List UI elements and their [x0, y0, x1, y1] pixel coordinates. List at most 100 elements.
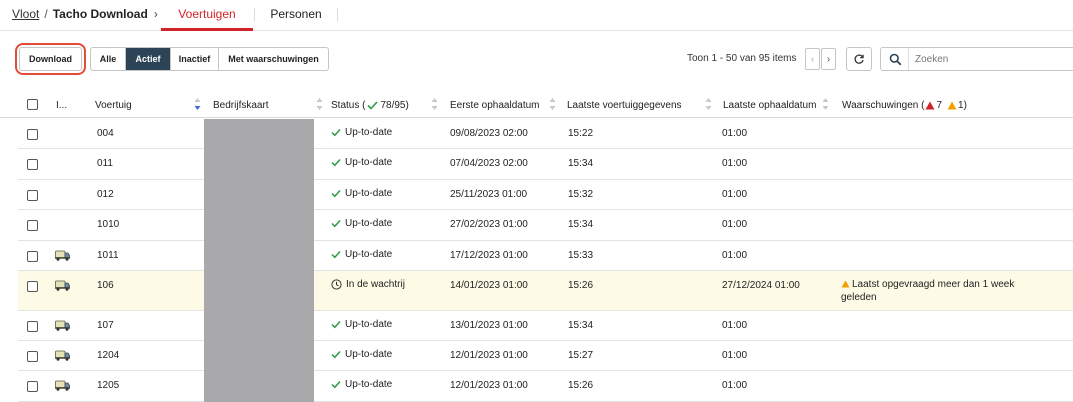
alert-triangle-orange-icon	[841, 280, 850, 288]
first-fetch-date: 27/02/2023 01:00	[450, 219, 528, 230]
table-row[interactable]: 106 In de wachtrij 14/01/2023 01:00 15:26 27…	[18, 271, 1073, 311]
last-vehicle-data: 15:34	[568, 219, 594, 230]
row-checkbox[interactable]	[27, 159, 38, 170]
filter-alle[interactable]: Alle	[91, 48, 126, 70]
first-fetch-date: 09/08/2023 02:00	[450, 128, 528, 139]
last-vehicle-data: 15:32	[568, 189, 594, 200]
table-row[interactable]: 107 Up-to-date 13/01/2023 01:00 15:34 01:00	[18, 311, 1073, 341]
truck-icon	[55, 280, 70, 291]
next-page-button[interactable]: ›	[821, 48, 836, 70]
first-fetch-date: 25/11/2023 01:00	[450, 189, 528, 200]
vehicle-name[interactable]: 012	[97, 189, 114, 200]
sort-icon[interactable]	[822, 96, 829, 112]
select-all-checkbox[interactable]	[27, 99, 38, 110]
vehicle-name[interactable]: 107	[97, 320, 114, 331]
vehicle-name[interactable]: 1204	[97, 350, 119, 361]
table-row[interactable]: 011 Up-to-date 07/04/2023 02:00 15:34 01:00	[18, 149, 1073, 180]
row-checkbox[interactable]	[27, 190, 38, 201]
vehicle-name[interactable]: 106	[97, 280, 114, 291]
sort-icon[interactable]	[549, 96, 556, 112]
search-icon	[889, 53, 902, 66]
filter-met-waarschuwingen[interactable]: Met waarschuwingen	[219, 48, 328, 70]
search-input[interactable]	[915, 51, 1073, 67]
sort-icon[interactable]	[705, 96, 712, 112]
check-icon	[331, 158, 341, 167]
breadcrumb-separator: /	[44, 7, 48, 21]
column-header-bedrijfskaart[interactable]: Bedrijfskaart	[213, 100, 269, 111]
status-cell: Up-to-date	[331, 319, 392, 330]
last-fetch-date: 01:00	[722, 350, 748, 361]
status-header-count: 78/95	[380, 100, 406, 111]
row-checkbox[interactable]	[27, 381, 38, 392]
vehicle-name[interactable]: 004	[97, 128, 114, 139]
column-header-voertuig[interactable]: Voertuig	[95, 100, 132, 111]
status-text: Up-to-date	[345, 319, 393, 330]
check-icon	[331, 128, 341, 137]
table-row[interactable]: 1205 Up-to-date 12/01/2023 01:00 15:26 01:00	[18, 371, 1073, 402]
status-text: Up-to-date	[345, 249, 393, 260]
last-fetch-date: 01:00	[722, 128, 748, 139]
first-fetch-date: 12/01/2023 01:00	[450, 350, 528, 361]
table-row[interactable]: 1011 Up-to-date 17/12/2023 01:00 15:33 01:00	[18, 241, 1073, 271]
truck-icon	[55, 380, 70, 391]
sort-descending-icon[interactable]	[194, 96, 201, 112]
filter-actief[interactable]: Actief	[126, 48, 171, 70]
truck-icon	[55, 250, 70, 261]
refresh-button[interactable]	[846, 47, 872, 71]
status-text: Up-to-date	[345, 218, 393, 229]
clock-icon	[331, 279, 342, 290]
sort-icon[interactable]	[316, 96, 323, 112]
column-header-waarschuwingen[interactable]: Waarschuwingen ( 7 1 )	[842, 100, 967, 111]
filter-inactief[interactable]: Inactief	[171, 48, 219, 70]
first-fetch-date: 07/04/2023 02:00	[450, 158, 528, 169]
previous-page-button[interactable]: ‹	[805, 48, 820, 70]
row-checkbox[interactable]	[27, 220, 38, 231]
row-checkbox[interactable]	[27, 351, 38, 362]
table-header: I... Voertuig Bedrijfskaart Status ( 78/…	[0, 92, 1073, 118]
sort-icon[interactable]	[431, 96, 438, 112]
column-header-laatste-voertuiggegevens[interactable]: Laatste voertuiggegevens	[567, 100, 682, 111]
vehicle-name[interactable]: 1011	[97, 250, 119, 261]
check-icon	[331, 219, 341, 228]
first-fetch-date: 13/01/2023 01:00	[450, 320, 528, 331]
truck-icon	[55, 350, 70, 361]
warning-cell: Laatst opgevraagd meer dan 1 week gelede…	[841, 278, 1041, 304]
row-checkbox[interactable]	[27, 281, 38, 292]
warnings-header-red-count: 7	[936, 100, 943, 111]
status-cell: Up-to-date	[331, 249, 392, 260]
row-checkbox[interactable]	[27, 321, 38, 332]
check-icon	[331, 250, 341, 259]
check-icon	[331, 350, 341, 359]
breadcrumb-chevron-icon[interactable]: ›	[154, 7, 158, 21]
status-text: Up-to-date	[345, 379, 393, 390]
breadcrumb-link-vloot[interactable]: Vloot	[12, 7, 39, 21]
warnings-header-suffix: )	[963, 100, 967, 111]
row-checkbox[interactable]	[27, 251, 38, 262]
column-header-eerste-ophaaldatum[interactable]: Eerste ophaaldatum	[450, 100, 540, 111]
table-row[interactable]: 1010 Up-to-date 27/02/2023 01:00 15:34 01:00	[18, 210, 1073, 241]
vehicle-name[interactable]: 1010	[97, 219, 119, 230]
column-header-laatste-ophaaldatum[interactable]: Laatste ophaaldatum	[723, 100, 816, 111]
vehicle-name[interactable]: 011	[97, 158, 113, 169]
first-fetch-date: 14/01/2023 01:00	[450, 280, 528, 291]
breadcrumb: Vloot / Tacho Download ›	[12, 7, 158, 21]
alert-triangle-orange-icon	[947, 101, 957, 110]
last-fetch-date: 01:00	[722, 219, 748, 230]
download-button[interactable]: Download	[19, 47, 82, 71]
status-cell: Up-to-date	[331, 349, 392, 360]
column-header-icon[interactable]: I...	[56, 100, 67, 111]
first-fetch-date: 17/12/2023 01:00	[450, 250, 528, 261]
table-row[interactable]: 004 Up-to-date 09/08/2023 02:00 15:22 01:00	[18, 119, 1073, 149]
column-header-status[interactable]: Status ( 78/95 )	[331, 100, 409, 111]
status-text: Up-to-date	[345, 157, 393, 168]
warning-text: Laatst opgevraagd meer dan 1 week gelede…	[841, 279, 1015, 303]
last-fetch-date: 01:00	[722, 189, 748, 200]
table-row[interactable]: 1204 Up-to-date 12/01/2023 01:00 15:27 01:00	[18, 341, 1073, 371]
tab-voertuigen[interactable]: Voertuigen	[161, 0, 253, 31]
table-row[interactable]: 012 Up-to-date 25/11/2023 01:00 15:32 01:00	[18, 180, 1073, 210]
vehicle-name[interactable]: 1205	[97, 380, 119, 391]
status-header-suffix: )	[405, 100, 409, 111]
tab-personen[interactable]: Personen	[256, 0, 336, 31]
row-checkbox[interactable]	[27, 129, 38, 140]
check-icon	[331, 320, 341, 329]
